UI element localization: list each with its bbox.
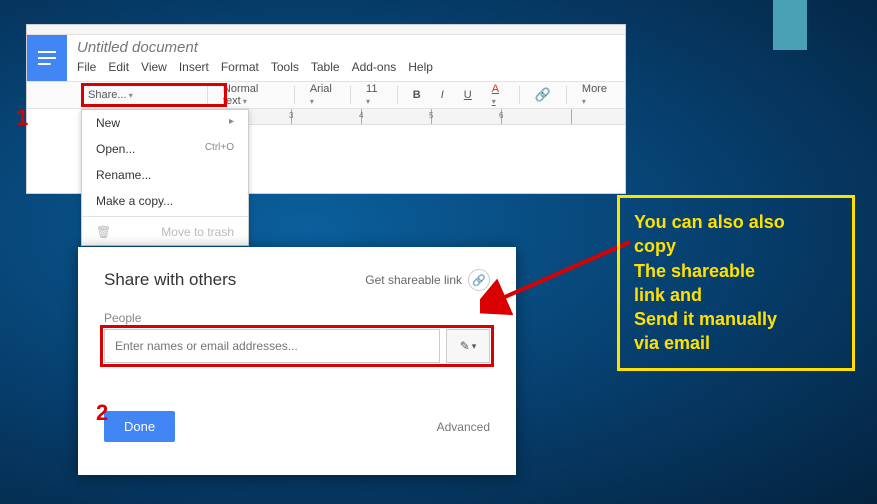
menu-bar: File Edit View Insert Format Tools Table… (77, 60, 615, 74)
insert-link-button[interactable]: 🔗 (528, 84, 558, 106)
menu-file[interactable]: File (77, 60, 96, 74)
document-title[interactable]: Untitled document (77, 39, 615, 56)
share-dialog-title: Share with others (104, 270, 236, 290)
share-names-input[interactable] (104, 329, 440, 363)
text-color-button[interactable]: A (485, 80, 511, 110)
link-icon: 🔗 (468, 269, 490, 291)
advanced-link[interactable]: Advanced (437, 420, 490, 434)
get-link-label: Get shareable link (365, 273, 462, 287)
file-menu-dropdown: New▸ Open...Ctrl+O Rename... Make a copy… (81, 109, 249, 246)
menu-item-new[interactable]: New▸ (82, 110, 248, 136)
bold-button[interactable]: B (406, 86, 428, 104)
pencil-icon: ✎ (460, 339, 470, 353)
share-dialog: Share with others Get shareable link 🔗 P… (78, 247, 516, 475)
done-button[interactable]: Done (104, 411, 175, 442)
get-shareable-link[interactable]: Get shareable link 🔗 (365, 269, 490, 291)
menu-view[interactable]: View (141, 60, 167, 74)
menu-table[interactable]: Table (311, 60, 340, 74)
toolbar-share[interactable]: Share... (81, 86, 199, 104)
menu-edit[interactable]: Edit (108, 60, 129, 74)
toolbar-style[interactable]: Normal text (216, 80, 286, 110)
italic-button[interactable]: I (434, 86, 451, 104)
permission-dropdown[interactable]: ✎▾ (446, 329, 490, 363)
menu-help[interactable]: Help (408, 60, 433, 74)
annotation-marker-2: 2 (96, 400, 108, 426)
toolbar: Share... Normal text Arial 11 B I U A 🔗 … (27, 81, 625, 109)
underline-button[interactable]: U (457, 86, 479, 104)
annotation-callout: You can also also copy The shareable lin… (617, 195, 855, 371)
menu-item-make-copy[interactable]: Make a copy... (82, 188, 248, 214)
annotation-marker-1: 1 (16, 105, 28, 131)
menu-format[interactable]: Format (221, 60, 259, 74)
toolbar-font-size[interactable]: 11 (359, 80, 389, 110)
menu-addons[interactable]: Add-ons (352, 60, 397, 74)
toolbar-more[interactable]: More (575, 80, 617, 110)
toolbar-font[interactable]: Arial (303, 80, 342, 110)
menu-item-rename[interactable]: Rename... (82, 162, 248, 188)
menu-insert[interactable]: Insert (179, 60, 209, 74)
people-label: People (104, 311, 490, 325)
decorative-tab (773, 0, 807, 50)
window-chrome (27, 25, 625, 35)
docs-logo[interactable] (27, 35, 67, 81)
menu-tools[interactable]: Tools (271, 60, 299, 74)
menu-item-move-trash: 🗑 Move to trash (82, 219, 248, 245)
google-docs-window: Untitled document File Edit View Insert … (26, 24, 626, 194)
menu-item-open[interactable]: Open...Ctrl+O (82, 136, 248, 162)
